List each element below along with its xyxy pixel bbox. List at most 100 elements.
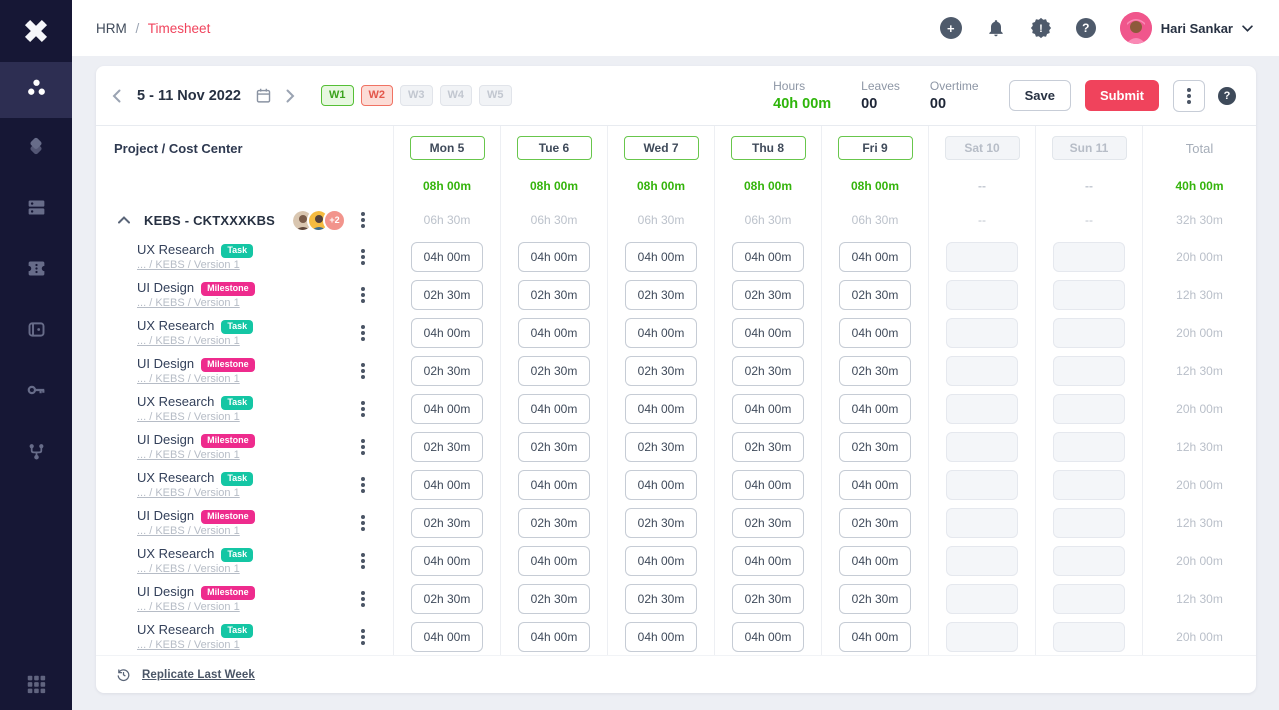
time-input[interactable] (839, 470, 911, 500)
app-logo[interactable] (0, 0, 72, 62)
time-input[interactable] (625, 394, 697, 424)
time-input[interactable] (518, 280, 590, 310)
group-menu-button[interactable] (353, 210, 373, 230)
task-menu-button[interactable] (353, 285, 373, 305)
time-input[interactable] (518, 318, 590, 348)
time-input[interactable] (411, 394, 483, 424)
week-chip-w3[interactable]: W3 (400, 85, 433, 106)
time-input[interactable] (518, 546, 590, 576)
week-chip-w5[interactable]: W5 (479, 85, 512, 106)
week-chip-w1[interactable]: W1 (321, 85, 354, 106)
user-menu[interactable]: Hari Sankar (1120, 12, 1253, 44)
time-input[interactable] (625, 318, 697, 348)
task-path-link[interactable]: ... / KEBS / Version 1 (137, 335, 240, 347)
time-input[interactable] (411, 584, 483, 614)
sidebar-item-key[interactable] (0, 362, 72, 423)
calendar-button[interactable] (253, 85, 274, 106)
task-path-link[interactable]: ... / KEBS / Version 1 (137, 373, 240, 385)
time-input[interactable] (839, 318, 911, 348)
task-menu-button[interactable] (353, 513, 373, 533)
task-path-link[interactable]: ... / KEBS / Version 1 (137, 487, 240, 499)
alerts-seal-icon[interactable]: ! (1030, 17, 1052, 39)
day-chip-thu-8[interactable]: Thu 8 (731, 136, 806, 160)
time-input[interactable] (839, 242, 911, 272)
task-menu-button[interactable] (353, 361, 373, 381)
time-input[interactable] (732, 356, 804, 386)
task-menu-button[interactable] (353, 437, 373, 457)
time-input[interactable] (625, 508, 697, 538)
sidebar-item-apps[interactable] (0, 658, 72, 710)
time-input[interactable] (625, 280, 697, 310)
day-chip-tue-6[interactable]: Tue 6 (517, 136, 592, 160)
time-input[interactable] (839, 508, 911, 538)
time-input[interactable] (839, 394, 911, 424)
replicate-last-week-link[interactable]: Replicate Last Week (142, 669, 255, 681)
task-menu-button[interactable] (353, 589, 373, 609)
time-input[interactable] (518, 356, 590, 386)
notifications-bell-icon[interactable] (986, 18, 1006, 38)
time-input[interactable] (732, 622, 804, 652)
time-input[interactable] (839, 622, 911, 652)
task-menu-button[interactable] (353, 399, 373, 419)
task-menu-button[interactable] (353, 551, 373, 571)
task-menu-button[interactable] (353, 627, 373, 647)
task-path-link[interactable]: ... / KEBS / Version 1 (137, 411, 240, 423)
time-input[interactable] (411, 432, 483, 462)
time-input[interactable] (411, 622, 483, 652)
day-chip-wed-7[interactable]: Wed 7 (624, 136, 699, 160)
time-input[interactable] (411, 470, 483, 500)
time-input[interactable] (625, 432, 697, 462)
time-input[interactable] (411, 318, 483, 348)
time-input[interactable] (625, 546, 697, 576)
time-input[interactable] (518, 470, 590, 500)
sidebar-item-ticket[interactable] (0, 240, 72, 301)
time-input[interactable] (625, 584, 697, 614)
time-input[interactable] (411, 242, 483, 272)
add-icon[interactable]: + (940, 17, 962, 39)
week-chip-w2[interactable]: W2 (361, 85, 394, 106)
time-input[interactable] (518, 242, 590, 272)
time-input[interactable] (732, 508, 804, 538)
task-path-link[interactable]: ... / KEBS / Version 1 (137, 601, 240, 613)
time-input[interactable] (411, 508, 483, 538)
time-input[interactable] (411, 546, 483, 576)
task-menu-button[interactable] (353, 323, 373, 343)
save-button[interactable]: Save (1009, 80, 1071, 111)
time-input[interactable] (732, 584, 804, 614)
time-input[interactable] (732, 280, 804, 310)
time-input[interactable] (732, 242, 804, 272)
day-chip-mon-5[interactable]: Mon 5 (410, 136, 485, 160)
more-actions-button[interactable] (1173, 80, 1205, 112)
time-input[interactable] (625, 242, 697, 272)
time-input[interactable] (625, 470, 697, 500)
prev-week-button[interactable] (110, 87, 123, 105)
task-path-link[interactable]: ... / KEBS / Version 1 (137, 525, 240, 537)
time-input[interactable] (518, 394, 590, 424)
time-input[interactable] (411, 280, 483, 310)
time-input[interactable] (732, 470, 804, 500)
collapse-group-button[interactable] (116, 214, 132, 226)
sidebar-item-wallet[interactable] (0, 301, 72, 362)
time-input[interactable] (518, 584, 590, 614)
time-input[interactable] (839, 280, 911, 310)
sidebar-item-workflow[interactable] (0, 423, 72, 484)
help-icon[interactable]: ? (1076, 18, 1096, 38)
task-path-link[interactable]: ... / KEBS / Version 1 (137, 563, 240, 575)
time-input[interactable] (518, 508, 590, 538)
task-menu-button[interactable] (353, 475, 373, 495)
time-input[interactable] (839, 432, 911, 462)
submit-button[interactable]: Submit (1085, 80, 1159, 111)
task-path-link[interactable]: ... / KEBS / Version 1 (137, 259, 240, 271)
sidebar-item-people[interactable] (0, 62, 72, 118)
week-chip-w4[interactable]: W4 (440, 85, 473, 106)
time-input[interactable] (625, 622, 697, 652)
time-input[interactable] (732, 546, 804, 576)
time-input[interactable] (411, 356, 483, 386)
time-input[interactable] (732, 432, 804, 462)
time-input[interactable] (732, 318, 804, 348)
time-input[interactable] (518, 622, 590, 652)
time-input[interactable] (839, 546, 911, 576)
time-input[interactable] (518, 432, 590, 462)
task-menu-button[interactable] (353, 247, 373, 267)
time-input[interactable] (732, 394, 804, 424)
